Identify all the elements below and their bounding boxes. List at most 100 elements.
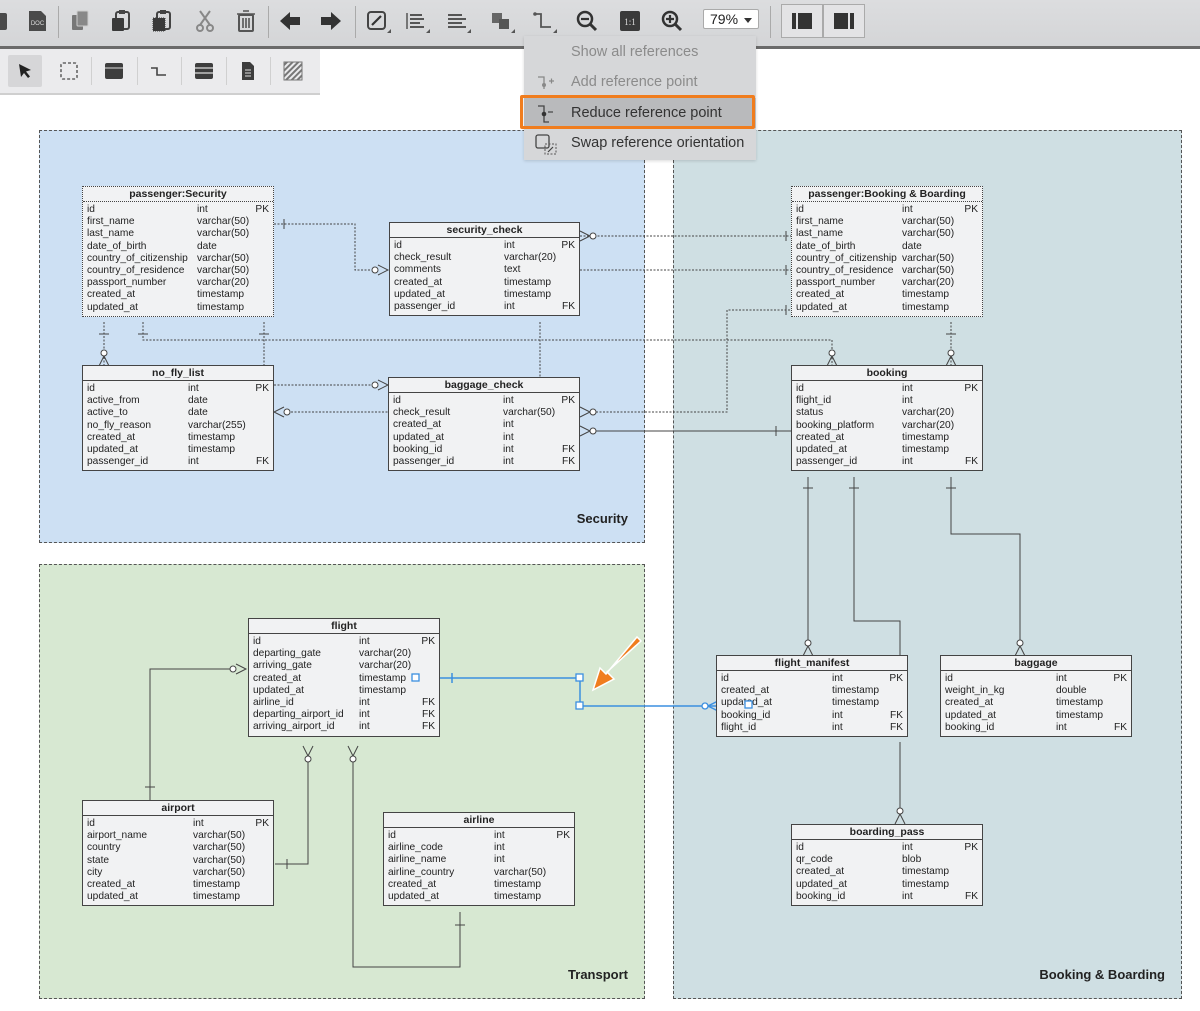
table-column-row[interactable]: departing_gate varchar(20) <box>253 648 435 660</box>
table-column-row[interactable]: weight_in_kg double <box>945 685 1127 697</box>
table-column-row[interactable]: created_at timestamp <box>796 432 978 444</box>
table-column-row[interactable]: flight_id int FK <box>721 722 903 734</box>
table-column-row[interactable]: created_at timestamp <box>87 432 269 444</box>
table-column-row[interactable]: comments text <box>394 264 575 276</box>
table-column-row[interactable]: arriving_gate varchar(20) <box>253 660 435 672</box>
selected-relationship[interactable] <box>440 673 719 712</box>
table-column-row[interactable]: updated_at timestamp <box>796 444 978 456</box>
table-column-row[interactable]: airline_code int <box>388 842 570 854</box>
table-column-row[interactable]: country_of_citizenship varchar(50) <box>87 253 269 265</box>
menu-item-reduce-reference-point[interactable]: Reduce reference point <box>524 98 756 128</box>
table-column-row[interactable]: flight_id int <box>796 395 978 407</box>
table-column-row[interactable]: updated_at timestamp <box>394 289 575 301</box>
table-no-fly-list[interactable]: no_fly_list id int PK active_from date active_… <box>82 365 274 472</box>
table-column-row[interactable]: first_name varchar(50) <box>796 216 978 228</box>
relationship-line[interactable] <box>596 309 792 413</box>
table-column-row[interactable]: date_of_birth date <box>796 241 978 253</box>
table-column-row[interactable]: updated_at int <box>393 432 575 444</box>
table-column-row[interactable]: updated_at timestamp <box>945 710 1127 722</box>
table-column-row[interactable]: booking_id int FK <box>945 722 1127 734</box>
table-column-row[interactable]: last_name varchar(50) <box>87 228 269 240</box>
table-column-row[interactable]: id int PK <box>87 818 269 830</box>
table-column-row[interactable]: id int PK <box>87 383 269 395</box>
table-column-row[interactable]: airline_name int <box>388 854 570 866</box>
table-column-row[interactable]: first_name varchar(50) <box>87 216 269 228</box>
table-column-row[interactable]: booking_id int FK <box>796 891 978 903</box>
table-column-row[interactable]: id int PK <box>796 204 978 216</box>
table-column-row[interactable]: no_fly_reason varchar(255) <box>87 420 269 432</box>
table-security-check[interactable]: security_check id int PK check_result varchar… <box>389 222 580 317</box>
table-column-row[interactable]: id int PK <box>796 383 978 395</box>
table-column-row[interactable]: id int PK <box>253 636 435 648</box>
relationship-line[interactable] <box>142 322 833 366</box>
table-column-row[interactable]: updated_at timestamp <box>87 891 269 903</box>
menu-item-swap-reference-orientation[interactable]: Swap reference orientation <box>524 128 756 158</box>
table-column-row[interactable]: date_of_birth date <box>87 241 269 253</box>
table-column-row[interactable]: created_at timestamp <box>253 673 435 685</box>
table-column-row[interactable]: updated_at timestamp <box>253 685 435 697</box>
table-flight-manifest[interactable]: flight_manifest id int PK created_at timestam… <box>716 655 908 737</box>
table-column-row[interactable]: updated_at timestamp <box>796 302 978 314</box>
relationship-line[interactable] <box>275 756 309 865</box>
table-passenger-booking[interactable]: passenger:Booking & Boarding id int PK first… <box>791 186 983 317</box>
table-booking[interactable]: booking id int PK flight_id int status varchar(… <box>791 365 983 472</box>
table-column-row[interactable]: created_at timestamp <box>394 277 575 289</box>
table-column-row[interactable]: passport_number varchar(20) <box>796 277 978 289</box>
table-column-row[interactable]: status varchar(20) <box>796 407 978 419</box>
table-column-row[interactable]: created_at timestamp <box>945 697 1127 709</box>
table-column-row[interactable]: airline_id int FK <box>253 697 435 709</box>
table-column-row[interactable]: created_at int <box>393 419 575 431</box>
table-column-row[interactable]: id int PK <box>393 395 575 407</box>
table-column-row[interactable]: check_result varchar(50) <box>393 407 575 419</box>
table-column-row[interactable]: country_of_residence varchar(50) <box>796 265 978 277</box>
table-column-row[interactable]: updated_at timestamp <box>87 302 269 314</box>
table-column-row[interactable]: updated_at timestamp <box>721 697 903 709</box>
table-column-row[interactable]: created_at timestamp <box>388 879 570 891</box>
relationship-line[interactable] <box>149 668 236 800</box>
table-column-row[interactable]: country_of_residence varchar(50) <box>87 265 269 277</box>
table-column-row[interactable]: updated_at timestamp <box>796 879 978 891</box>
table-column-row[interactable]: booking_platform varchar(20) <box>796 420 978 432</box>
table-column-row[interactable]: booking_id int FK <box>721 710 903 722</box>
table-column-row[interactable]: created_at timestamp <box>721 685 903 697</box>
table-column-row[interactable]: id int PK <box>394 240 575 252</box>
table-flight[interactable]: flight id int PK departing_gate varchar(20) ar… <box>248 618 440 737</box>
table-column-row[interactable]: airline_country varchar(50) <box>388 867 570 879</box>
table-column-row[interactable]: country_of_citizenship varchar(50) <box>796 253 978 265</box>
table-column-row[interactable]: departing_airport_id int FK <box>253 709 435 721</box>
table-column-row[interactable]: id int PK <box>87 204 269 216</box>
table-column-row[interactable]: qr_code blob <box>796 854 978 866</box>
table-boarding-pass[interactable]: boarding_pass id int PK qr_code blob created_a… <box>791 824 983 906</box>
table-airport[interactable]: airport id int PK airport_name varchar(50) cou… <box>82 800 274 907</box>
table-column-row[interactable]: city varchar(50) <box>87 867 269 879</box>
table-baggage[interactable]: baggage id int PK weight_in_kg double created_… <box>940 655 1132 737</box>
table-column-row[interactable]: active_to date <box>87 407 269 419</box>
table-column-row[interactable]: airport_name varchar(50) <box>87 830 269 842</box>
relationship-line[interactable] <box>950 477 1021 645</box>
menu-item-add-reference-point[interactable]: Add reference point <box>524 67 756 97</box>
table-column-row[interactable]: passport_number varchar(20) <box>87 277 269 289</box>
table-passenger-security[interactable]: passenger:Security id int PK first_name varch… <box>82 186 274 317</box>
table-column-row[interactable]: booking_id int FK <box>393 444 575 456</box>
table-column-row[interactable]: passenger_id int FK <box>394 301 575 313</box>
table-column-row[interactable]: updated_at timestamp <box>388 891 570 903</box>
table-column-row[interactable]: updated_at timestamp <box>87 444 269 456</box>
table-column-row[interactable]: passenger_id int FK <box>393 456 575 468</box>
relationship-line[interactable] <box>853 477 901 656</box>
table-airline[interactable]: airline id int PK airline_code int airline_nam… <box>383 812 575 907</box>
table-column-row[interactable]: state varchar(50) <box>87 855 269 867</box>
table-column-row[interactable]: check_result varchar(20) <box>394 252 575 264</box>
table-column-row[interactable]: created_at timestamp <box>87 879 269 891</box>
menu-item-show-all-references[interactable]: Show all references <box>524 37 756 67</box>
table-column-row[interactable]: created_at timestamp <box>87 289 269 301</box>
table-column-row[interactable]: created_at timestamp <box>796 866 978 878</box>
table-column-row[interactable]: created_at timestamp <box>796 289 978 301</box>
table-column-row[interactable]: active_from date <box>87 395 269 407</box>
table-baggage-check[interactable]: baggage_check id int PK check_result varchar(… <box>388 377 580 472</box>
table-column-row[interactable]: id int PK <box>721 673 903 685</box>
table-column-row[interactable]: passenger_id int FK <box>87 456 269 468</box>
table-column-row[interactable]: id int PK <box>388 830 570 842</box>
table-column-row[interactable]: last_name varchar(50) <box>796 228 978 240</box>
table-column-row[interactable]: arriving_airport_id int FK <box>253 721 435 733</box>
table-column-row[interactable]: id int PK <box>945 673 1127 685</box>
